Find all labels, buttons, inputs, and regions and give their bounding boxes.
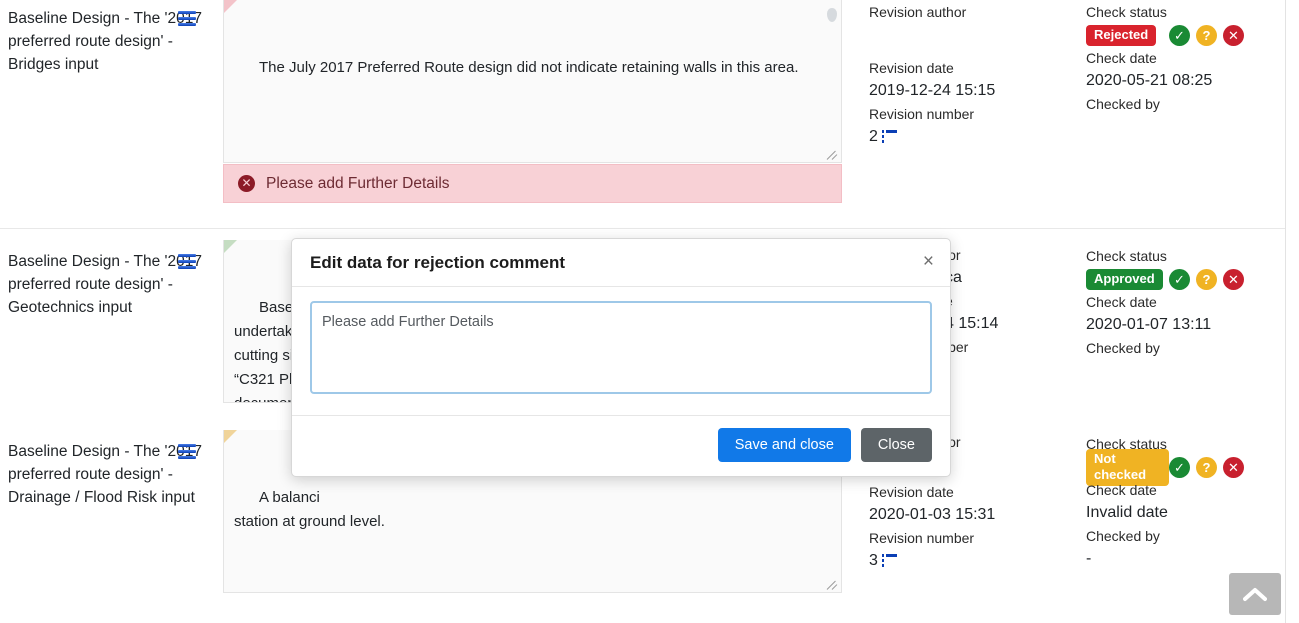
revision-author-label: ior <box>945 434 961 450</box>
check-date-value: 2020-05-21 08:25 <box>1086 72 1213 89</box>
status-flag-icon <box>224 430 237 443</box>
dialog-body <box>292 287 950 416</box>
revision-list-icon[interactable] <box>881 554 897 567</box>
check-status-label: Check status <box>1086 248 1167 264</box>
resize-handle-icon[interactable] <box>827 148 839 160</box>
edit-rejection-comment-dialog: Edit data for rejection comment × Save a… <box>291 238 951 477</box>
status-badge: Rejected <box>1086 24 1157 46</box>
row-divider <box>0 228 1285 229</box>
revision-number-label: Revision number <box>869 106 975 122</box>
revision-meta-lower: Revision date 2020-01-03 15:31 Revision … <box>869 482 1069 574</box>
reject-check-icon[interactable]: ✕ <box>1223 456 1244 478</box>
check-status-line: Approved ✓ ? ✕ <box>1086 266 1276 292</box>
revision-date-label: e <box>945 291 1080 311</box>
query-check-icon[interactable]: ? <box>1196 24 1217 46</box>
revision-date-value: 2019-12-24 15:15 <box>869 82 996 99</box>
revision-number-label: iber <box>945 339 969 355</box>
check-meta: Check status Not checked ✓ ? ✕ Check dat… <box>1086 434 1276 572</box>
resize-handle-icon[interactable] <box>827 578 839 590</box>
revision-meta: ior <box>945 432 1080 472</box>
save-and-close-button[interactable]: Save and close <box>717 428 851 462</box>
further-details-input[interactable] <box>310 301 932 394</box>
check-date-value: 2020-01-07 13:11 <box>1086 316 1212 333</box>
approve-check-icon[interactable]: ✓ <box>1169 24 1190 46</box>
validation-error-banner: ✕ Please add Further Details <box>223 164 842 203</box>
status-badge: Approved <box>1086 268 1163 290</box>
revision-date-value: 2020-01-03 15:31 <box>869 506 996 523</box>
approve-check-icon[interactable]: ✓ <box>1169 456 1190 478</box>
revision-author-label: Revision author <box>869 4 967 20</box>
revision-author-value: ca <box>945 269 962 286</box>
dialog-footer: Save and close Close <box>292 416 950 476</box>
revision-number-value-wrap: 3 <box>869 548 1069 574</box>
status-flag-icon <box>224 0 237 13</box>
row-title-text: Baseline Design - The '2017 preferred ro… <box>8 10 202 73</box>
revision-author-value <box>945 452 1080 472</box>
text-caret-marker <box>827 8 837 22</box>
row-title-text: Baseline Design - The '2017 preferred ro… <box>8 443 202 506</box>
error-circle-icon: ✕ <box>238 175 255 192</box>
comment-text: The July 2017 Preferred Route design did… <box>259 59 799 76</box>
check-action-buttons: ✓ ? ✕ <box>1169 24 1276 46</box>
comment-textarea[interactable]: The July 2017 Preferred Route design did… <box>223 0 842 163</box>
check-date-label: Check date <box>1086 482 1157 498</box>
check-action-buttons: ✓ ? ✕ <box>1169 456 1276 478</box>
hamburger-icon[interactable] <box>178 11 196 26</box>
revision-number-value <box>945 357 1080 377</box>
check-date-label: Check date <box>1086 50 1157 66</box>
hamburger-icon[interactable] <box>178 254 196 269</box>
revision-author-label: ior <box>945 247 961 263</box>
validation-error-text: Please add Further Details <box>266 174 450 192</box>
checked-by-label: Checked by <box>1086 96 1160 112</box>
scroll-to-top-button[interactable] <box>1229 573 1281 615</box>
revision-number-value: 2 <box>869 128 878 145</box>
close-button[interactable]: Close <box>860 428 932 462</box>
query-check-icon[interactable]: ? <box>1196 268 1217 290</box>
check-date-label: Check date <box>1086 294 1157 310</box>
check-status-label: Check status <box>1086 4 1167 20</box>
revision-meta: Revision author Revision date 2019-12-24… <box>869 2 1069 150</box>
check-action-buttons: ✓ ? ✕ <box>1169 268 1276 290</box>
revision-list-icon[interactable] <box>881 130 897 143</box>
page-right-edge <box>1285 0 1286 623</box>
row-title-text: Baseline Design - The '2017 preferred ro… <box>8 253 202 316</box>
revision-number-value: 3 <box>869 552 878 569</box>
checked-by-value <box>1086 358 1276 378</box>
comment-text: A balanci station at ground level. <box>234 489 385 530</box>
revision-date-label: Revision date <box>869 484 954 500</box>
check-meta: Check status Rejected ✓ ? ✕ Check date 2… <box>1086 2 1276 134</box>
check-status-line: Not checked ✓ ? ✕ <box>1086 448 1276 486</box>
reject-check-icon[interactable]: ✕ <box>1223 268 1244 290</box>
revision-author-value <box>869 22 1069 42</box>
revision-date-value: 4 15:14 <box>945 315 999 332</box>
check-date-value: Invalid date <box>1086 504 1168 521</box>
checked-by-value <box>1086 114 1276 134</box>
checked-by-label: Checked by <box>1086 340 1160 356</box>
dialog-title: Edit data for rejection comment <box>310 253 566 272</box>
checked-by-label: Checked by <box>1086 528 1160 544</box>
checked-by-value: - <box>1086 550 1092 567</box>
chevron-up-icon <box>1243 587 1267 601</box>
revision-date-label: Revision date <box>869 60 954 76</box>
hamburger-icon[interactable] <box>178 444 196 459</box>
query-check-icon[interactable]: ? <box>1196 456 1217 478</box>
revision-meta: ior ca e 4 15:14 iber <box>945 245 1080 377</box>
status-flag-icon <box>224 240 237 253</box>
reject-check-icon[interactable]: ✕ <box>1223 24 1244 46</box>
check-status-line: Rejected ✓ ? ✕ <box>1086 22 1276 48</box>
approve-check-icon[interactable]: ✓ <box>1169 268 1190 290</box>
dialog-header: Edit data for rejection comment × <box>292 239 950 287</box>
revision-number-value-wrap: 2 <box>869 124 1069 150</box>
revision-number-label: Revision number <box>869 530 975 546</box>
check-meta: Check status Approved ✓ ? ✕ Check date 2… <box>1086 246 1276 378</box>
close-icon[interactable]: × <box>923 252 934 271</box>
review-comments-page: Baseline Design - The '2017 preferred ro… <box>0 0 1299 623</box>
comment-row: Baseline Design - The '2017 preferred ro… <box>0 0 1285 218</box>
